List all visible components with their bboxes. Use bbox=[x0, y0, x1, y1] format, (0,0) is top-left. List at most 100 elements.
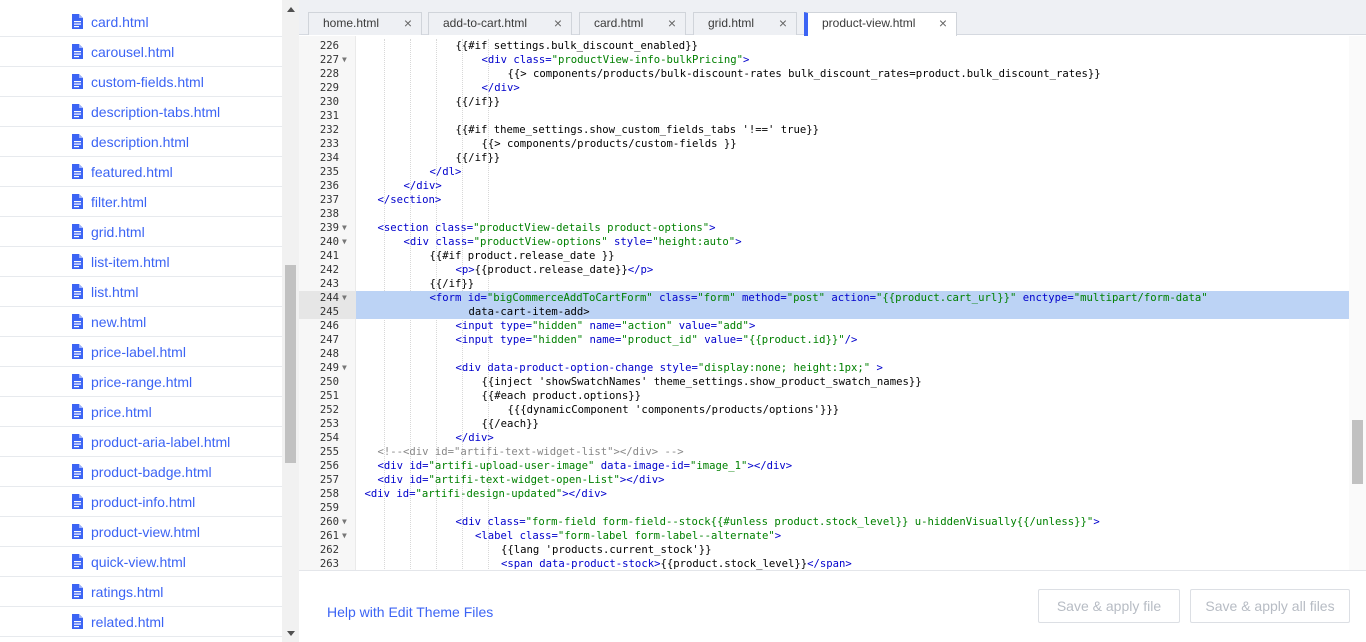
save-apply-file-button[interactable]: Save & apply file bbox=[1038, 589, 1180, 623]
code-line[interactable]: 248 bbox=[299, 347, 1349, 361]
code-line[interactable]: 262 {{lang 'products.current_stock'}} bbox=[299, 543, 1349, 557]
code-line[interactable]: 227 ▼ <div class="productView-info-bulkPri… bbox=[299, 53, 1349, 67]
file-item[interactable]: product-badge.html bbox=[0, 457, 282, 487]
close-icon[interactable]: × bbox=[939, 13, 947, 34]
file-item[interactable]: list.html bbox=[0, 277, 282, 307]
code-line[interactable]: 234 {{/if}} bbox=[299, 151, 1349, 165]
code-line[interactable]: 254 </div> bbox=[299, 431, 1349, 445]
scroll-down-arrow-icon[interactable] bbox=[287, 631, 295, 636]
tab-home[interactable]: home.html × bbox=[308, 12, 422, 35]
file-item[interactable]: card.html bbox=[0, 7, 282, 37]
close-icon[interactable]: × bbox=[668, 13, 676, 34]
fold-arrow-icon[interactable]: ▼ bbox=[342, 235, 347, 249]
code-line[interactable]: 242 <p>{{product.release_date}}</p> bbox=[299, 263, 1349, 277]
code-line[interactable]: 261 ▼ <label class="form-label form-label-… bbox=[299, 529, 1349, 543]
code-line[interactable]: 246 <input type="hidden" name="action" va… bbox=[299, 319, 1349, 333]
file-item[interactable]: price-label.html bbox=[0, 337, 282, 367]
file-document-icon bbox=[72, 464, 83, 479]
code-area[interactable]: 226 {{#if settings.bulk_discount_enabled}… bbox=[299, 36, 1349, 570]
code-line[interactable]: 258 <div id="artifi-design-updated"></div… bbox=[299, 487, 1349, 501]
file-item[interactable]: description-tabs.html bbox=[0, 97, 282, 127]
code-line[interactable]: 247 <input type="hidden" name="product_id… bbox=[299, 333, 1349, 347]
code-line[interactable]: 231 bbox=[299, 109, 1349, 123]
file-item[interactable]: featured.html bbox=[0, 157, 282, 187]
code-line[interactable]: 238 bbox=[299, 207, 1349, 221]
fold-arrow-icon[interactable]: ▼ bbox=[342, 515, 347, 529]
code-line[interactable]: 233 {{> components/products/custom-fields… bbox=[299, 137, 1349, 151]
code-text: </div> bbox=[455, 432, 494, 444]
file-item[interactable]: quick-view.html bbox=[0, 547, 282, 577]
line-number: 242 bbox=[319, 264, 339, 276]
fold-arrow-icon[interactable]: ▼ bbox=[342, 221, 347, 235]
editor-scrollbar[interactable] bbox=[1349, 36, 1366, 570]
close-icon[interactable]: × bbox=[779, 13, 787, 34]
code-line[interactable]: 263 <span data-product-stock>{{product.st… bbox=[299, 557, 1349, 570]
code-line[interactable]: 235 </dl> bbox=[299, 165, 1349, 179]
code-line[interactable]: 232 {{#if theme_settings.show_custom_fiel… bbox=[299, 123, 1349, 137]
scroll-up-arrow-icon[interactable] bbox=[287, 7, 295, 12]
file-item[interactable]: ratings.html bbox=[0, 577, 282, 607]
file-document-icon bbox=[72, 134, 83, 149]
file-item[interactable]: product-info.html bbox=[0, 487, 282, 517]
sidebar-scroll-thumb[interactable] bbox=[285, 265, 296, 463]
help-link[interactable]: Help with Edit Theme Files bbox=[327, 604, 493, 620]
code-line[interactable]: 237 </section> bbox=[299, 193, 1349, 207]
code-line[interactable]: 256 <div id="artifi-upload-user-image" da… bbox=[299, 459, 1349, 473]
code-text: data-cart-item-add> bbox=[468, 306, 590, 318]
code-line[interactable]: 260 ▼ <div class="form-field form-field--s… bbox=[299, 515, 1349, 529]
code-line[interactable]: 230 {{/if}} bbox=[299, 95, 1349, 109]
file-document-icon bbox=[72, 164, 83, 179]
code-line[interactable]: 228 {{> components/products/bulk-discount… bbox=[299, 67, 1349, 81]
tab-add-to-cart[interactable]: add-to-cart.html × bbox=[428, 12, 572, 35]
fold-arrow-icon[interactable]: ▼ bbox=[342, 529, 347, 543]
code-line[interactable]: 255 <!--<div id="artifi-text-widget-list"… bbox=[299, 445, 1349, 459]
code-line[interactable]: 252 {{{dynamicComponent 'components/produ… bbox=[299, 403, 1349, 417]
file-item[interactable]: price-range.html bbox=[0, 367, 282, 397]
file-item[interactable]: filter.html bbox=[0, 187, 282, 217]
file-item[interactable]: product-view.html bbox=[0, 517, 282, 547]
code-line[interactable]: 244 ▼ <form id="bigCommerceAddToCartForm" … bbox=[299, 291, 1349, 305]
file-document-icon bbox=[72, 524, 83, 539]
file-item-label: product-info.html bbox=[91, 493, 196, 510]
file-item[interactable]: related.html bbox=[0, 607, 282, 637]
code-line[interactable]: 250 {{inject 'showSwatchNames' theme_sett… bbox=[299, 375, 1349, 389]
code-line[interactable]: 243 {{/if}} bbox=[299, 277, 1349, 291]
line-number: 249 bbox=[319, 362, 339, 374]
close-icon[interactable]: × bbox=[404, 13, 412, 34]
code-text: <input type="hidden" name="product_id" v… bbox=[455, 334, 858, 346]
code-line[interactable]: 240 ▼ <div class="productView-options" sty… bbox=[299, 235, 1349, 249]
code-line[interactable]: 241 {{#if product.release_date }} bbox=[299, 249, 1349, 263]
code-line[interactable]: 259 bbox=[299, 501, 1349, 515]
code-line[interactable]: 245 data-cart-item-add> bbox=[299, 305, 1349, 319]
code-line[interactable]: 253 {{/each}} bbox=[299, 417, 1349, 431]
file-item[interactable]: grid.html bbox=[0, 217, 282, 247]
fold-arrow-icon[interactable]: ▼ bbox=[342, 361, 347, 375]
close-icon[interactable]: × bbox=[554, 13, 562, 34]
save-apply-all-files-button[interactable]: Save & apply all files bbox=[1190, 589, 1350, 623]
line-number: 262 bbox=[319, 544, 339, 556]
fold-arrow-icon[interactable]: ▼ bbox=[342, 53, 347, 67]
tab-card[interactable]: card.html × bbox=[579, 12, 686, 35]
line-number: 248 bbox=[319, 348, 339, 360]
tab-grid[interactable]: grid.html × bbox=[693, 12, 797, 35]
code-line[interactable]: 229 </div> bbox=[299, 81, 1349, 95]
code-line[interactable]: 226 {{#if settings.bulk_discount_enabled}… bbox=[299, 39, 1349, 53]
file-item[interactable]: custom-fields.html bbox=[0, 67, 282, 97]
code-line[interactable]: 251 {{#each product.options}} bbox=[299, 389, 1349, 403]
code-line[interactable]: 239 ▼ <section class="productView-details … bbox=[299, 221, 1349, 235]
tab-product-view[interactable]: product-view.html × bbox=[804, 12, 957, 36]
file-item[interactable]: list-item.html bbox=[0, 247, 282, 277]
file-item[interactable]: new.html bbox=[0, 307, 282, 337]
code-line[interactable]: 257 <div id="artifi-text-widget-open-List… bbox=[299, 473, 1349, 487]
sidebar-scrollbar[interactable] bbox=[282, 0, 299, 642]
file-item[interactable]: price.html bbox=[0, 397, 282, 427]
code-text: {{lang 'products.current_stock'}} bbox=[501, 544, 712, 556]
code-line[interactable]: 249 ▼ <div data-product-option-change styl… bbox=[299, 361, 1349, 375]
line-number: 239 bbox=[319, 222, 339, 234]
file-item[interactable]: description.html bbox=[0, 127, 282, 157]
fold-arrow-icon[interactable]: ▼ bbox=[342, 291, 347, 305]
editor-scroll-thumb[interactable] bbox=[1352, 420, 1363, 484]
file-item[interactable]: carousel.html bbox=[0, 37, 282, 67]
file-item[interactable]: product-aria-label.html bbox=[0, 427, 282, 457]
code-line[interactable]: 236 </div> bbox=[299, 179, 1349, 193]
